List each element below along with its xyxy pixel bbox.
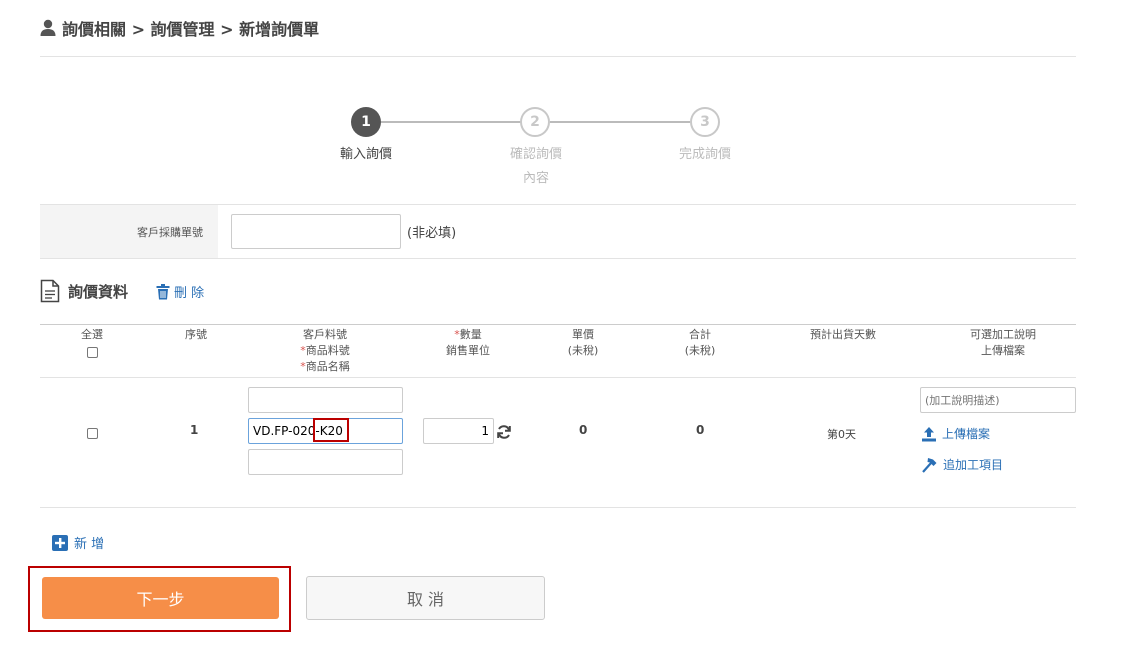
row-seq: 1 (190, 423, 199, 437)
customer-part-input[interactable] (248, 387, 403, 413)
po-number-input[interactable] (231, 214, 401, 249)
trash-icon (156, 283, 170, 299)
process-description-input[interactable] (920, 387, 1076, 413)
breadcrumb: 詢價相關 > 詢價管理 > 新增詢價單 (40, 16, 319, 40)
step-1-label: 輸入詢價 (339, 147, 392, 162)
refresh-icon[interactable] (496, 424, 512, 440)
step-3-label: 完成詢價 (678, 147, 731, 162)
header-select-all: 全選 (81, 328, 103, 341)
divider (40, 56, 1076, 57)
product-name-input[interactable] (248, 449, 403, 475)
header-price: 單價 (未稅) (567, 328, 599, 357)
row-ship-days: 第0天 (827, 428, 856, 441)
header-part-numbers: 客戶料號 *商品料號 *商品名稱 (300, 328, 350, 373)
row-bottom-border (40, 507, 1076, 508)
row-price: 0 (579, 423, 588, 437)
po-number-label: 客戶採購單號 (40, 205, 218, 259)
highlight-box (28, 566, 291, 632)
add-row-button[interactable]: 新 增 (52, 533, 104, 552)
plus-square-icon (52, 534, 68, 551)
upload-file-link[interactable]: 上傳檔案 (921, 425, 990, 442)
upload-icon (922, 426, 936, 441)
delete-label: 刪 除 (174, 286, 205, 301)
header-qty: *數量 銷售單位 (446, 328, 490, 357)
cancel-button[interactable]: 取 消 (306, 576, 545, 620)
step-2-circle: 2 (520, 107, 550, 137)
row-checkbox[interactable] (87, 428, 98, 439)
select-all-checkbox[interactable] (87, 347, 98, 358)
step-2-label: 確認詢價 內容 (509, 147, 562, 186)
quantity-input[interactable] (423, 418, 494, 444)
po-optional-hint: (非必填) (407, 226, 457, 241)
step-connector (381, 121, 521, 123)
document-icon (40, 279, 60, 303)
step-1-circle: 1 (351, 107, 381, 137)
highlight-box (313, 418, 349, 442)
header-seq: 序號 (185, 328, 207, 341)
table-top-border (40, 324, 1076, 325)
user-icon (40, 19, 56, 36)
delete-button[interactable]: 刪 除 (156, 282, 204, 301)
header-bottom-border (40, 377, 1076, 378)
add-row-label: 新 增 (74, 537, 105, 552)
add-process-label: 追加工項目 (943, 458, 1004, 472)
step-connector (550, 121, 690, 123)
hammer-icon (922, 457, 937, 473)
divider (40, 258, 1076, 259)
header-total: 合計 (未稅) (684, 328, 716, 357)
upload-file-label: 上傳檔案 (942, 427, 991, 441)
add-process-link[interactable]: 追加工項目 (921, 456, 1003, 473)
step-3-circle: 3 (690, 107, 720, 137)
breadcrumb-text: 詢價相關 > 詢價管理 > 新增詢價單 (62, 20, 320, 39)
section-header: 詢價資料 (40, 279, 128, 303)
header-options: 可選加工說明 上傳檔案 (970, 328, 1036, 357)
section-title: 詢價資料 (68, 282, 129, 301)
header-ship-days: 預計出貨天數 (810, 328, 876, 341)
row-total: 0 (696, 423, 705, 437)
